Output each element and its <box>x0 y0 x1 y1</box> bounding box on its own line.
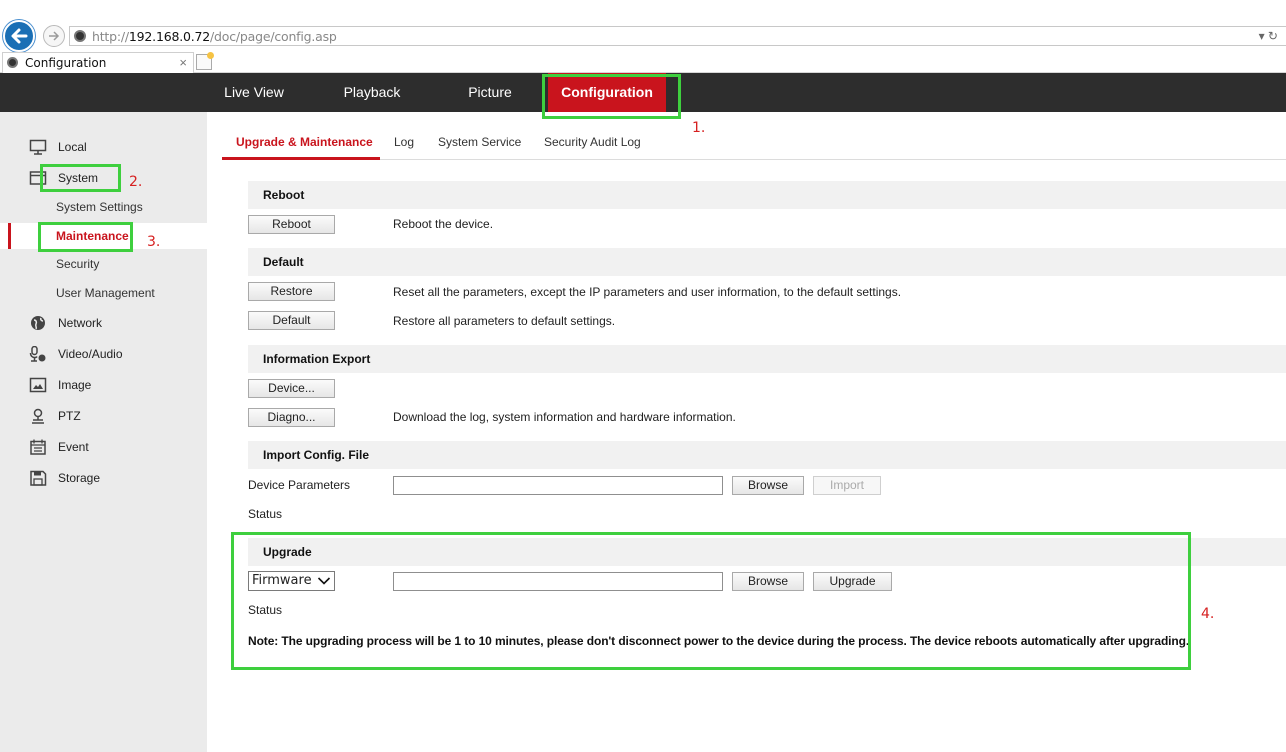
active-tab-underline <box>222 157 380 160</box>
tab-title: Configuration <box>25 56 107 70</box>
section-info-export-header: Information Export <box>248 345 1286 373</box>
section-title: Default <box>263 255 304 269</box>
microphone-camera-icon <box>29 346 46 362</box>
restore-button[interactable]: Restore <box>248 282 335 301</box>
import-button[interactable]: Import <box>813 476 881 495</box>
browser-tab[interactable]: Configuration × <box>2 52 194 73</box>
config-browse-button[interactable]: Browse <box>732 476 804 495</box>
sidebar-item-label: System Settings <box>56 200 143 214</box>
sidebar-item-storage[interactable]: Storage <box>0 464 207 492</box>
section-default-header: Default <box>248 248 1286 276</box>
sidebar-item-image[interactable]: Image <box>0 371 207 399</box>
tab-close-icon[interactable]: × <box>179 55 187 70</box>
sidebar-item-label: Network <box>58 316 103 330</box>
tab-favicon-icon <box>7 57 18 68</box>
floppy-disk-icon <box>30 470 47 486</box>
default-button[interactable]: Default <box>248 311 335 330</box>
diagno-export-button[interactable]: Diagno... <box>248 408 335 427</box>
highlight-upgrade-section <box>231 532 1191 670</box>
new-tab-icon[interactable] <box>196 52 214 70</box>
section-import-config-header: Import Config. File <box>248 441 1286 469</box>
nav-live-view[interactable]: Live View <box>212 73 296 112</box>
sidebar-item-local[interactable]: Local <box>0 133 207 161</box>
back-arrow-icon <box>11 28 28 44</box>
url-path: /doc/page/config.asp <box>210 29 337 44</box>
section-title: Reboot <box>263 188 305 202</box>
restore-description: Reset all the parameters, except the IP … <box>393 285 902 299</box>
sidebar-item-ptz[interactable]: PTZ <box>0 402 207 430</box>
sidebar-item-label: Video/Audio <box>58 347 123 361</box>
tab-security-audit-log[interactable]: Security Audit Log <box>544 135 641 149</box>
forward-arrow-icon <box>49 31 60 41</box>
sidebar-item-event[interactable]: Event <box>0 433 207 461</box>
sidebar-item-label: Storage <box>58 471 101 485</box>
sidebar-item-video-audio[interactable]: Video/Audio <box>0 340 207 368</box>
url-text: http://192.168.0.72/doc/page/config.asp <box>92 29 337 44</box>
image-icon <box>29 377 47 393</box>
sidebar-item-label: User Management <box>56 286 155 300</box>
calendar-icon <box>30 439 46 455</box>
tab-upgrade-maintenance[interactable]: Upgrade & Maintenance <box>236 135 373 149</box>
site-icon <box>74 30 86 42</box>
config-file-input[interactable] <box>393 476 723 495</box>
config-subtabs: Upgrade & Maintenance Log System Service… <box>222 128 1286 160</box>
sidebar-item-label: Event <box>58 440 89 454</box>
highlight-system <box>40 164 121 192</box>
import-status-label: Status <box>248 507 283 521</box>
url-host: 192.168.0.72 <box>128 29 211 44</box>
refresh-icon[interactable]: ▾ ↻ <box>1259 29 1278 43</box>
monitor-icon <box>29 139 47 155</box>
section-reboot-header: Reboot <box>248 181 1286 209</box>
device-export-button[interactable]: Device... <box>248 379 335 398</box>
sidebar-item-user-management[interactable]: User Management <box>0 280 207 306</box>
tab-log[interactable]: Log <box>394 135 414 149</box>
sidebar: Local System System Settings Maintenance… <box>0 112 207 752</box>
sidebar-item-security[interactable]: Security <box>0 251 207 277</box>
device-parameters-label: Device Parameters <box>248 478 351 492</box>
step-3-label: 3. <box>147 234 161 250</box>
sidebar-item-label: Security <box>56 257 100 271</box>
step-2-label: 2. <box>129 174 143 190</box>
ptz-camera-icon <box>32 408 44 424</box>
sidebar-item-label: Image <box>58 378 92 392</box>
browser-tab-strip: Configuration × <box>0 52 1286 73</box>
active-indicator <box>8 223 11 249</box>
globe-icon <box>31 316 45 330</box>
sidebar-item-system-settings[interactable]: System Settings <box>0 194 207 220</box>
highlight-maintenance <box>38 222 133 252</box>
url-prefix: http:// <box>92 29 129 44</box>
nav-picture[interactable]: Picture <box>450 73 530 112</box>
section-title: Information Export <box>263 352 371 366</box>
url-field[interactable]: http://192.168.0.72/doc/page/config.asp … <box>69 26 1286 46</box>
back-button[interactable] <box>3 20 35 52</box>
step-1-label: 1. <box>692 120 706 136</box>
reboot-button[interactable]: Reboot <box>248 215 335 234</box>
reboot-description: Reboot the device. <box>393 217 494 231</box>
sidebar-item-label: PTZ <box>58 409 81 423</box>
step-4-label: 4. <box>1201 606 1215 622</box>
tab-system-service[interactable]: System Service <box>438 135 521 149</box>
section-title: Import Config. File <box>263 448 369 462</box>
highlight-configuration <box>542 74 681 119</box>
sidebar-item-network[interactable]: Network <box>0 309 207 337</box>
sidebar-item-label: Local <box>58 140 87 154</box>
browser-address-bar: http://192.168.0.72/doc/page/config.asp … <box>0 0 1286 52</box>
nav-playback[interactable]: Playback <box>330 73 414 112</box>
forward-button[interactable] <box>43 25 65 47</box>
diagno-description: Download the log, system information and… <box>393 410 736 424</box>
default-description: Restore all parameters to default settin… <box>393 314 616 328</box>
